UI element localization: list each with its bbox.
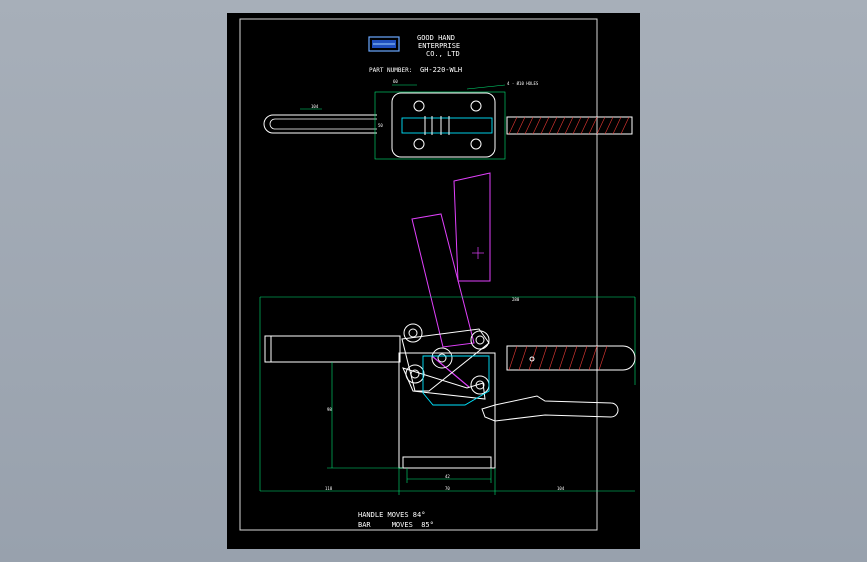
front-view — [259, 296, 636, 495]
dim-handle-offset: 104 — [311, 104, 319, 109]
drawing-sheet: GOOD HAND ENTERPRISE CO., LTD PART NUMBE… — [227, 13, 640, 549]
dim-bottom-left: 118 — [325, 486, 333, 491]
hole-note: 4 - Ø10 HOLES — [507, 81, 539, 86]
company-line1: GOOD HAND — [417, 34, 455, 42]
handle-moves-note: HANDLE MOVES 84° — [358, 511, 425, 519]
dim-bottom-inner: 42 — [445, 474, 450, 479]
dim-bottom-mid: 70 — [445, 486, 450, 491]
dim-overall-width: 280 — [512, 297, 520, 302]
drawing-frame — [239, 18, 598, 531]
dim-height: 98 — [327, 407, 332, 412]
cad-drawing: GOOD HAND ENTERPRISE CO., LTD PART NUMBE… — [239, 18, 636, 531]
dim-bottom-right: 104 — [557, 486, 565, 491]
company-logo-icon — [368, 36, 400, 52]
part-number-label: PART NUMBER: — [369, 67, 412, 74]
part-number: GH-220-WLH — [420, 66, 462, 74]
dim-top-width: 60 — [393, 79, 398, 84]
bar-moves-note: BAR MOVES 85° — [358, 521, 434, 529]
top-view — [263, 84, 633, 160]
company-line2: ENTERPRISE — [418, 42, 460, 50]
dim-left-small: 50 — [378, 123, 383, 128]
company-line3: CO., LTD — [426, 50, 460, 58]
